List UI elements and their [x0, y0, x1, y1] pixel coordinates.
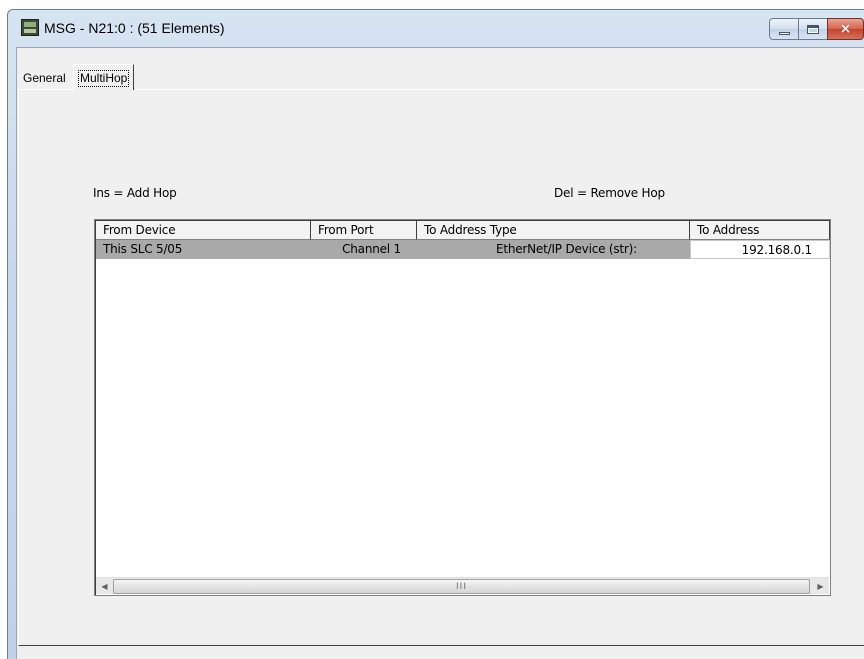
tab-general-label: General [23, 71, 66, 85]
minimize-button[interactable] [769, 18, 799, 40]
remove-hop-hint: Del = Remove Hop [554, 186, 665, 200]
cell-to-address-type[interactable]: EtherNet/IP Device (str): [417, 240, 690, 259]
horizontal-scrollbar[interactable]: ◀ III ▶ [96, 577, 829, 594]
tab-general[interactable]: General [19, 68, 70, 90]
table-row[interactable]: This SLC 5/05 Channel 1 EtherNet/IP Devi… [96, 240, 830, 259]
window-title: MSG - N21:0 : (51 Elements) [44, 20, 225, 36]
list-header: From Device From Port To Address Type To… [96, 221, 830, 240]
msg-window: MSG - N21:0 : (51 Elements) × General Mu… [7, 9, 864, 659]
column-to-address-type[interactable]: To Address Type [417, 221, 690, 240]
hop-list[interactable]: From Device From Port To Address Type To… [94, 219, 831, 596]
scrollbar-thumb[interactable]: III [113, 579, 810, 594]
caption-buttons: × [769, 18, 864, 40]
column-from-device[interactable]: From Device [96, 221, 311, 240]
close-button[interactable]: × [827, 18, 864, 40]
tab-multihop[interactable]: MultiHop [73, 64, 135, 90]
to-address-field[interactable]: 192.168.0.1 [690, 240, 830, 259]
cell-from-port[interactable]: Channel 1 [311, 240, 417, 259]
client-area: General MultiHop Ins = Add Hop Del = Rem… [16, 47, 864, 659]
title-bar[interactable]: MSG - N21:0 : (51 Elements) × [8, 10, 864, 46]
column-to-address[interactable]: To Address [690, 221, 830, 240]
maximize-button[interactable] [798, 18, 828, 40]
close-icon: × [839, 21, 852, 37]
scroll-left-icon[interactable]: ◀ [96, 578, 113, 595]
scroll-right-icon[interactable]: ▶ [812, 578, 829, 595]
tab-multihop-label: MultiHop [78, 70, 130, 87]
minimize-icon [778, 31, 790, 35]
add-hop-hint: Ins = Add Hop [93, 186, 177, 200]
maximize-icon [807, 24, 819, 34]
multihop-panel: Ins = Add Hop Del = Remove Hop From Devi… [18, 89, 864, 646]
cell-from-device[interactable]: This SLC 5/05 [96, 240, 311, 259]
application-icon[interactable] [21, 19, 39, 36]
grip-icon: III [456, 581, 467, 592]
column-from-port[interactable]: From Port [311, 221, 417, 240]
